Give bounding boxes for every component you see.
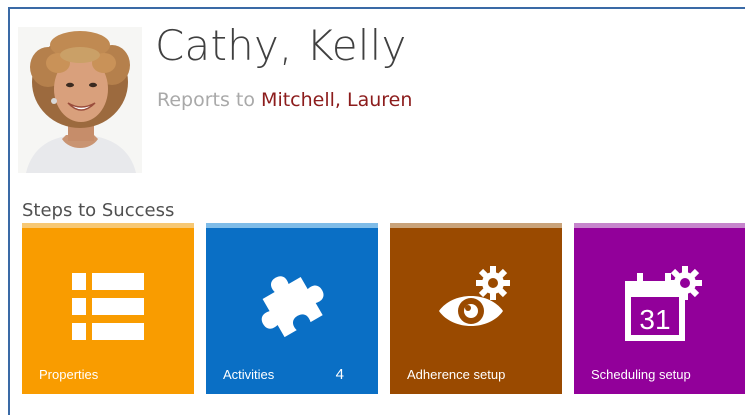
tile-scheduling-setup[interactable]: 31 Scheduling setup bbox=[574, 223, 745, 394]
tile-label: Adherence setup bbox=[407, 367, 506, 382]
manager-link[interactable]: Mitchell, Lauren bbox=[261, 89, 412, 111]
employee-name: Cathy, Kelly bbox=[155, 21, 407, 70]
puzzle-icon bbox=[251, 263, 333, 350]
calendar-day-number: 31 bbox=[639, 304, 670, 335]
profile-panel: Cathy, Kelly Reports to Mitchell, Lauren… bbox=[8, 7, 745, 415]
tile-label: Properties bbox=[39, 367, 99, 382]
tile-cap bbox=[390, 223, 562, 228]
tile-properties[interactable]: Properties bbox=[22, 223, 194, 394]
tile-label: Scheduling setup bbox=[591, 367, 691, 382]
tile-activities[interactable]: Activities 4 bbox=[206, 223, 378, 394]
tile-cap bbox=[22, 223, 194, 228]
list-icon bbox=[70, 269, 146, 350]
tile-cap bbox=[206, 223, 378, 228]
tile-cap bbox=[574, 223, 745, 228]
avatar-portrait bbox=[18, 27, 142, 173]
tile-adherence-setup[interactable]: Adherence setup bbox=[390, 223, 562, 394]
steps-to-success-heading: Steps to Success bbox=[22, 200, 175, 221]
avatar bbox=[18, 27, 142, 173]
tile-label: Activities bbox=[223, 367, 275, 382]
calendar-gear-icon: 31 bbox=[615, 263, 705, 352]
activities-count-badge: 4 bbox=[335, 366, 344, 383]
reports-to-line: Reports to Mitchell, Lauren bbox=[157, 89, 412, 111]
reports-to-label: Reports to bbox=[157, 89, 255, 111]
eye-gear-icon bbox=[431, 261, 521, 346]
